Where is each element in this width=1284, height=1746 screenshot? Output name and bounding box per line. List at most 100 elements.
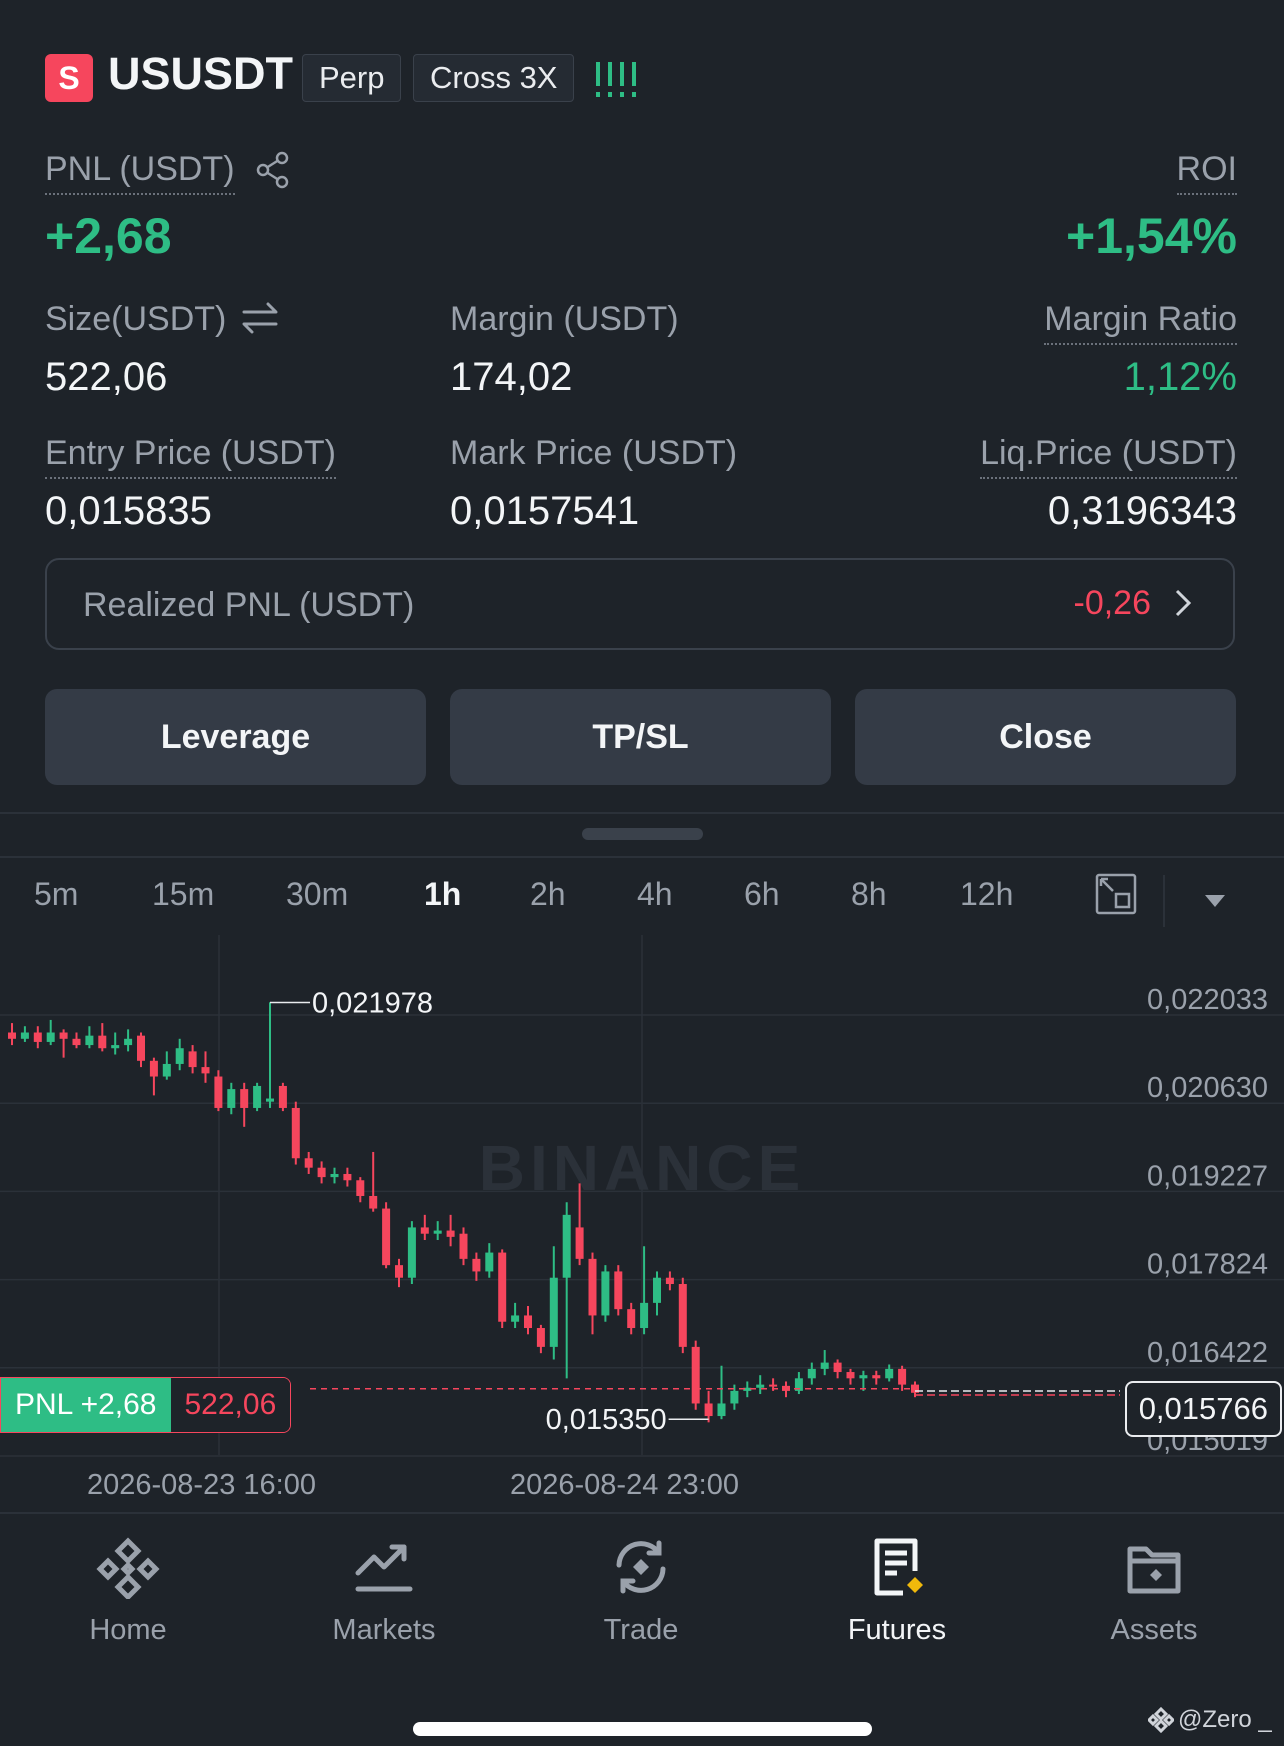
- candle: [291, 1101, 300, 1165]
- symbol-icon: S: [45, 54, 93, 102]
- candle-body: [524, 1315, 532, 1329]
- trend-chart-icon: [355, 1544, 413, 1592]
- candle-body: [614, 1271, 623, 1310]
- candle-body: [562, 1214, 571, 1278]
- nav-markets[interactable]: Markets: [284, 1535, 484, 1647]
- timeframe-4h[interactable]: 4h: [637, 876, 673, 913]
- bottom-nav-divider: [0, 1512, 1284, 1514]
- nav-futures[interactable]: Futures: [797, 1535, 997, 1647]
- candle-body: [653, 1277, 661, 1303]
- candle: [317, 1161, 326, 1184]
- candle-body: [730, 1390, 739, 1404]
- swap-arrows-icon[interactable]: [240, 300, 280, 341]
- y-tick-label: 0,022033: [1147, 984, 1268, 1016]
- pnl-pill[interactable]: PNL +2,68 522,06: [0, 1377, 292, 1433]
- candle: [98, 1023, 107, 1052]
- candle: [214, 1070, 223, 1112]
- candle-body: [833, 1362, 842, 1373]
- candle: [691, 1340, 700, 1410]
- futures-document-icon: [874, 1538, 923, 1596]
- candle: [201, 1051, 210, 1083]
- current-price-tag: 0,015766: [1124, 1381, 1282, 1437]
- candle-body: [162, 1063, 171, 1077]
- candle-body: [678, 1284, 687, 1347]
- nav-trade[interactable]: Trade: [541, 1535, 741, 1647]
- timeframe-12h[interactable]: 12h: [960, 876, 1013, 913]
- watermark-credit: @Zero _: [1148, 1706, 1272, 1734]
- candle-body: [588, 1258, 597, 1316]
- roi-label[interactable]: ROI: [1176, 150, 1237, 195]
- fullscreen-chart-icon[interactable]: [1094, 872, 1138, 921]
- timeframe-15m[interactable]: 15m: [152, 876, 214, 913]
- margin-ratio-value: 1,12%: [1123, 355, 1237, 399]
- tpsl-button[interactable]: TP/SL: [450, 689, 831, 785]
- candle: [614, 1265, 623, 1316]
- liq-price-value: 0,3196343: [1047, 489, 1237, 533]
- candle-body: [266, 1098, 274, 1102]
- timeframe-30m[interactable]: 30m: [286, 876, 348, 913]
- candle: [330, 1167, 339, 1184]
- candle-body: [227, 1089, 236, 1108]
- leverage-button[interactable]: Leverage: [45, 689, 426, 785]
- candle-body: [20, 1032, 29, 1039]
- candle: [833, 1359, 842, 1379]
- timeframe-1h[interactable]: 1h: [424, 876, 461, 913]
- candle-body: [511, 1315, 520, 1322]
- candle-body: [885, 1368, 894, 1379]
- candle: [59, 1029, 68, 1058]
- nav-assets-label: Assets: [1110, 1614, 1198, 1646]
- candle: [846, 1368, 855, 1385]
- candle: [511, 1302, 520, 1329]
- candle-body: [33, 1032, 42, 1042]
- entry-price-label[interactable]: Entry Price (USDT): [45, 434, 336, 479]
- trade-swap-icon: [616, 1540, 666, 1594]
- nav-assets[interactable]: Assets: [1054, 1535, 1254, 1647]
- candle: [149, 1057, 158, 1096]
- candle-body: [420, 1227, 429, 1234]
- nav-trade-label: Trade: [603, 1614, 679, 1646]
- nav-home[interactable]: Home: [28, 1535, 228, 1647]
- timeframe-6h[interactable]: 6h: [744, 876, 780, 913]
- candle: [794, 1372, 803, 1395]
- home-indicator[interactable]: [413, 1722, 872, 1736]
- close-position-button[interactable]: Close: [855, 689, 1236, 785]
- timeframe-5m[interactable]: 5m: [34, 876, 78, 913]
- candle-body: [665, 1277, 674, 1285]
- candle-body: [407, 1227, 416, 1278]
- candle: [446, 1214, 455, 1247]
- mark-price-value: 0,0157541: [450, 489, 640, 533]
- tabs-divider: [0, 856, 1284, 858]
- liq-price-label[interactable]: Liq.Price (USDT): [980, 434, 1237, 479]
- realized-pnl-row[interactable]: Realized PNL (USDT) -0,26: [45, 558, 1235, 650]
- candle: [898, 1365, 907, 1391]
- candle-body: [717, 1403, 726, 1417]
- candle: [46, 1019, 55, 1046]
- cross-leverage-tag[interactable]: Cross 3X: [413, 54, 575, 102]
- y-tick-label: 0,019227: [1147, 1160, 1268, 1192]
- pnl-value: +2,68: [45, 208, 172, 264]
- realized-pnl-value: -0,26: [1073, 584, 1152, 622]
- candle-body: [627, 1309, 636, 1329]
- timeframe-8h[interactable]: 8h: [851, 876, 887, 913]
- margin-ratio-label[interactable]: Margin Ratio: [1044, 300, 1237, 345]
- candle-body: [188, 1051, 197, 1068]
- candle: [137, 1032, 145, 1068]
- caret-down-icon[interactable]: [1203, 893, 1227, 914]
- size-value: 522,06: [45, 355, 168, 399]
- realized-pnl-label: Realized PNL (USDT): [83, 586, 415, 624]
- x-tick-2: 2026-08-24 23:00: [510, 1469, 739, 1501]
- pnl-label[interactable]: PNL (USDT): [45, 150, 235, 195]
- candle: [678, 1277, 687, 1354]
- timeframe-2h[interactable]: 2h: [530, 876, 566, 913]
- drag-handle[interactable]: [582, 828, 703, 840]
- candle: [278, 1082, 287, 1112]
- candle-body: [382, 1208, 391, 1266]
- binance-small-icon: [1148, 1707, 1174, 1733]
- size-label[interactable]: Size(USDT): [45, 300, 226, 339]
- share-icon[interactable]: [255, 151, 291, 194]
- candle: [304, 1151, 313, 1174]
- candle: [33, 1026, 42, 1049]
- symbol-title[interactable]: USUSDT: [108, 48, 293, 100]
- candle: [124, 1029, 133, 1052]
- wallet-icon: [1127, 1546, 1181, 1594]
